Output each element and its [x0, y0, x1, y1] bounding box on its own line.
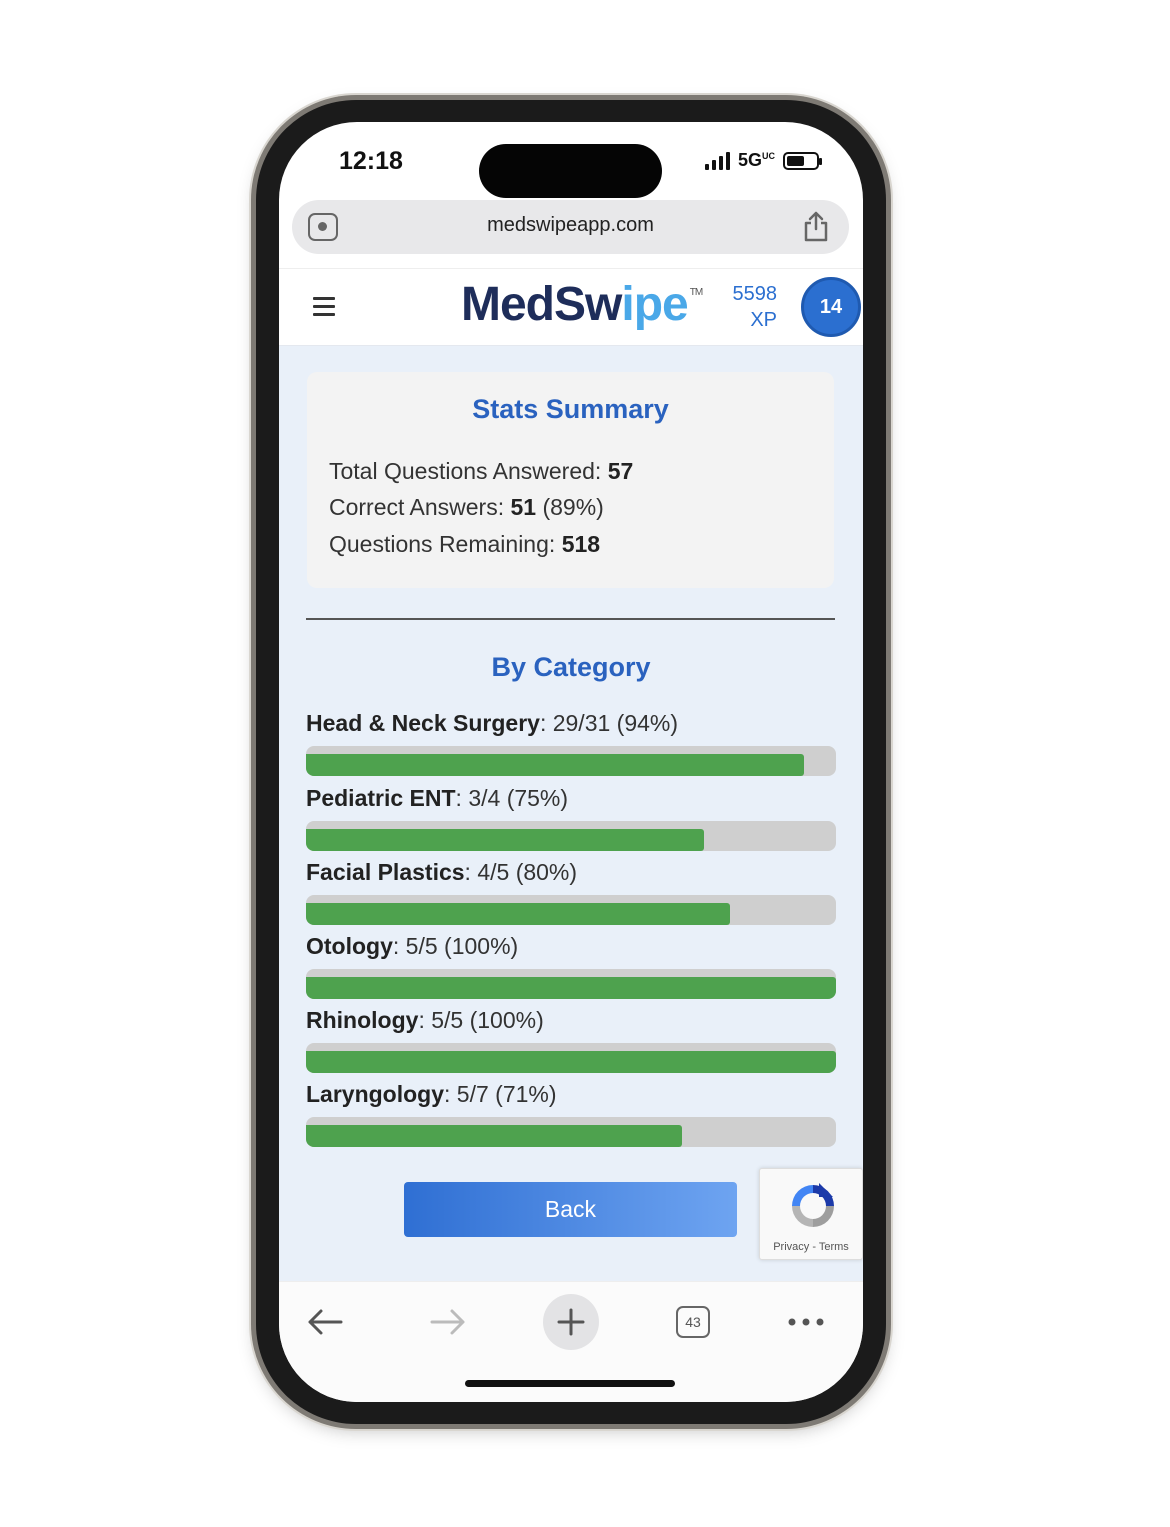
more-icon[interactable]	[778, 1294, 834, 1350]
section-divider	[306, 618, 835, 620]
signal-icon	[705, 151, 730, 170]
category-progress-bar	[306, 1117, 836, 1147]
stats-summary-card: Stats Summary Total Questions Answered: …	[307, 372, 834, 588]
category-label: Head & Neck Surgery: 29/31 (94%)	[306, 710, 679, 736]
progress-fill	[306, 754, 805, 776]
category-item: Laryngology: 5/7 (71%)	[306, 1079, 836, 1147]
volume-up-button	[249, 482, 255, 578]
dynamic-island	[479, 144, 662, 198]
forward-arrow-icon[interactable]	[420, 1294, 476, 1350]
phone-screen: 12:18 5GUC medswipeapp.com MedSwipe TM 55…	[279, 122, 863, 1402]
category-item: Otology: 5/5 (100%)	[306, 931, 836, 999]
home-indicator[interactable]	[465, 1380, 675, 1387]
category-progress-bar	[306, 1043, 836, 1073]
xp-unit: XP	[750, 309, 777, 331]
xp-value: 5598	[732, 283, 778, 305]
back-button[interactable]: Back	[404, 1182, 737, 1237]
status-icons: 5GUC	[705, 150, 823, 171]
category-progress-bar	[306, 821, 836, 851]
category-label: Rhinology: 5/5 (100%)	[306, 1007, 544, 1033]
category-item: Pediatric ENT: 3/4 (75%)	[306, 783, 836, 851]
category-progress-bar	[306, 895, 836, 925]
recaptcha-badge[interactable]: Privacy - Terms	[759, 1168, 863, 1260]
category-progress-bar	[306, 969, 836, 999]
category-item: Rhinology: 5/5 (100%)	[306, 1005, 836, 1073]
tabs-button[interactable]: 43	[665, 1294, 721, 1350]
silent-switch	[249, 376, 255, 432]
progress-fill	[306, 903, 730, 925]
progress-fill	[306, 1125, 683, 1147]
stats-summary-title: Stats Summary	[472, 394, 669, 424]
medswipe-logo[interactable]: MedSwipe TM	[461, 277, 703, 332]
category-label: Pediatric ENT: 3/4 (75%)	[306, 785, 569, 811]
network-label: 5GUC	[738, 150, 776, 170]
status-time: 12:18	[339, 147, 403, 175]
progress-fill	[306, 829, 704, 851]
category-label: Laryngology: 5/7 (71%)	[306, 1081, 557, 1107]
progress-fill	[306, 1051, 836, 1073]
correct-answers-line: Correct Answers: 51 (89%)	[329, 494, 604, 520]
category-label: Otology: 5/5 (100%)	[306, 933, 519, 959]
volume-down-button	[249, 606, 255, 702]
tabs-count[interactable]: 43	[676, 1306, 710, 1338]
address-bar[interactable]: medswipeapp.com	[292, 200, 849, 254]
new-tab-plus-icon[interactable]	[543, 1294, 599, 1350]
app-header: MedSwipe TM 5598 XP 14	[279, 268, 863, 346]
xp-display: 5598 XP	[719, 281, 778, 333]
category-progress-bar	[306, 746, 836, 776]
by-category-title: By Category	[491, 652, 651, 682]
category-item: Head & Neck Surgery: 29/31 (94%)	[306, 708, 836, 776]
back-arrow-icon[interactable]	[297, 1294, 353, 1350]
category-label: Facial Plastics: 4/5 (80%)	[306, 859, 578, 885]
category-item: Facial Plastics: 4/5 (80%)	[306, 857, 836, 925]
progress-fill	[306, 977, 836, 999]
recaptcha-icon	[792, 1183, 834, 1227]
share-icon[interactable]	[803, 210, 829, 242]
recaptcha-links[interactable]: Privacy - Terms	[760, 1241, 862, 1253]
battery-icon	[783, 151, 823, 170]
level-badge[interactable]: 14	[801, 277, 861, 337]
menu-icon[interactable]	[313, 297, 335, 321]
questions-remaining-line: Questions Remaining: 518	[329, 531, 601, 557]
url-text[interactable]: medswipeapp.com	[292, 214, 849, 237]
total-questions-line: Total Questions Answered: 57	[329, 458, 634, 484]
main-content: Stats Summary Total Questions Answered: …	[279, 346, 863, 1281]
